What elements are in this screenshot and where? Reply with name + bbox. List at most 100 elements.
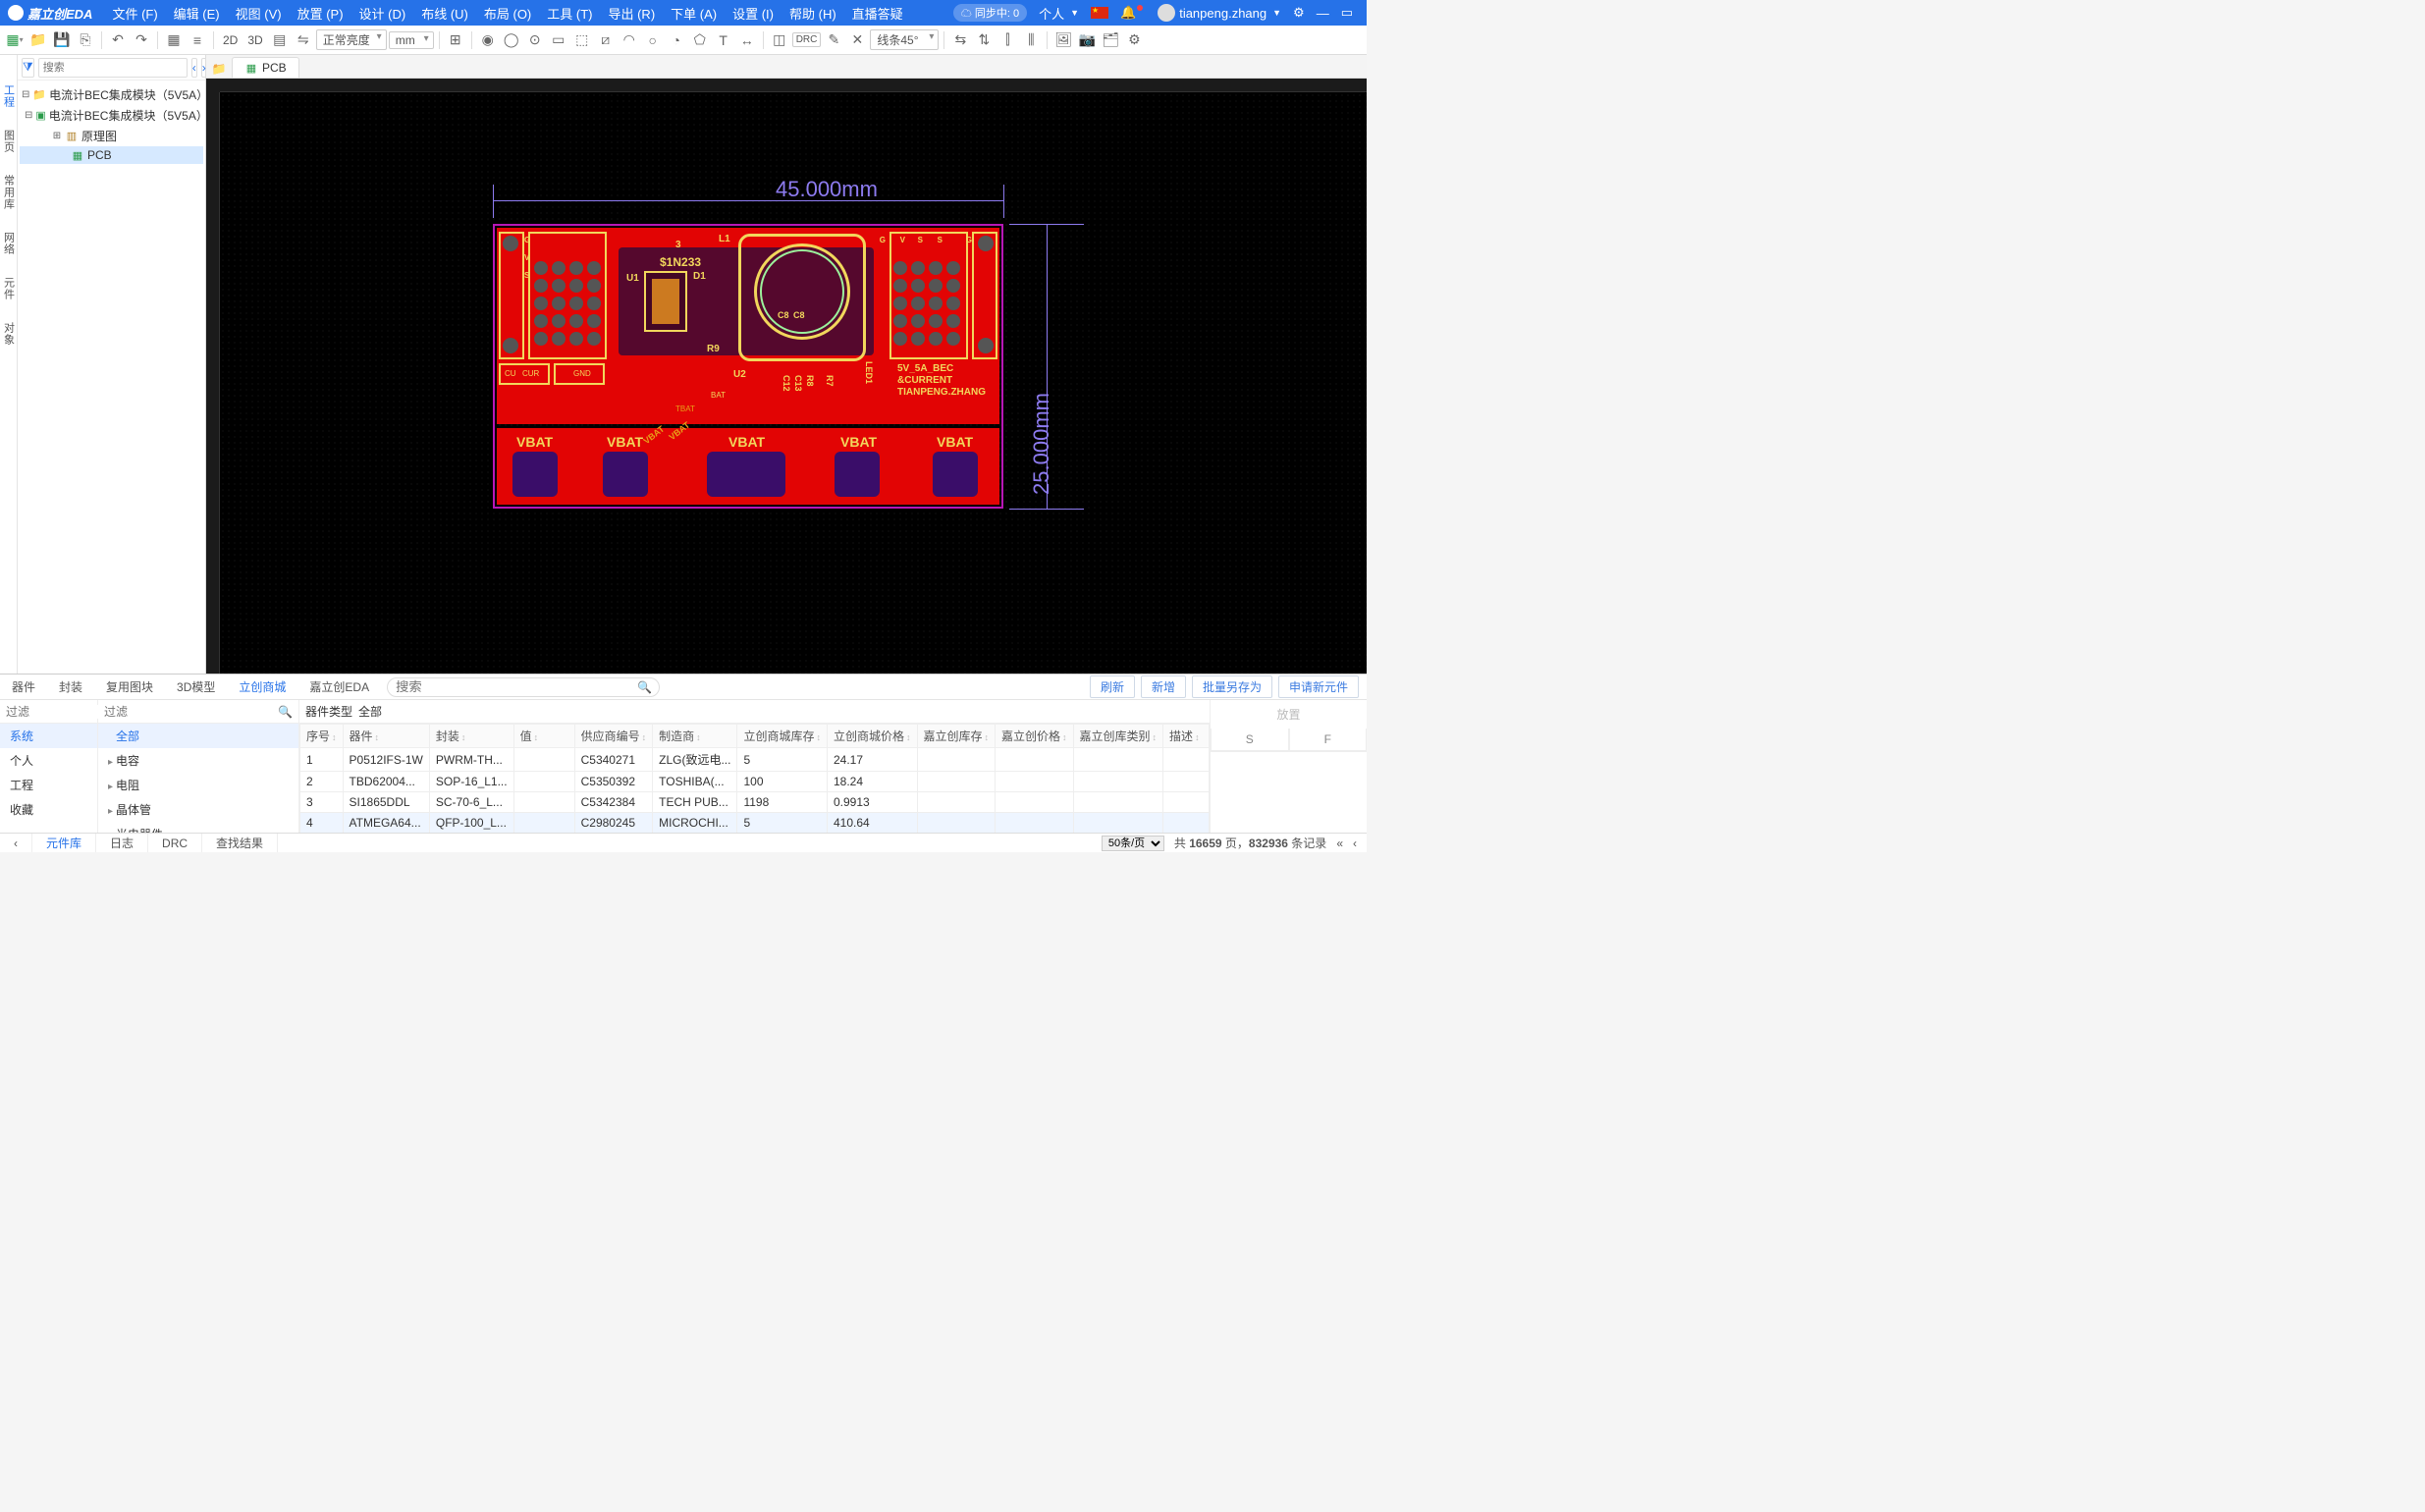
layers-button[interactable]: ▤ — [269, 29, 291, 51]
col-mfr[interactable]: 制造商↕ — [653, 725, 737, 748]
source-favorites[interactable]: 收藏 — [0, 797, 97, 822]
user-menu[interactable]: tianpeng.zhang▼ — [1152, 4, 1287, 22]
col-desc[interactable]: 描述↕ — [1163, 725, 1210, 748]
libtab-parts[interactable]: 器件 — [0, 675, 47, 699]
table-row[interactable]: 1P0512IFS-1WPWRM-TH...C5340271ZLG(致远电...… — [300, 748, 1210, 772]
col-index[interactable]: 序号↕ — [300, 725, 344, 748]
component-button[interactable]: ◫ — [769, 29, 790, 51]
menu-view[interactable]: 视图 (V) — [228, 4, 290, 23]
request-part-button[interactable]: 申请新元件 — [1278, 675, 1359, 698]
hflip-button[interactable]: ⇆ — [949, 29, 971, 51]
status-home-icon[interactable]: ‹ — [0, 834, 32, 852]
dist-h-button[interactable]: ⫿ — [997, 29, 1018, 51]
vflip-button[interactable]: ⇅ — [973, 29, 995, 51]
category-all[interactable]: 全部 — [98, 724, 298, 748]
add-button[interactable]: 新增 — [1141, 675, 1186, 698]
tree-schematic[interactable]: ⊞ ▥ 原理图 — [20, 126, 203, 146]
menu-export[interactable]: 导出 (R) — [600, 4, 663, 23]
collapse-icon[interactable]: ⊟ — [22, 89, 29, 100]
unit-select[interactable]: mm — [389, 31, 434, 49]
minimize-button[interactable]: ― — [1311, 6, 1335, 21]
dist-v-button[interactable]: ⫼ — [1020, 29, 1042, 51]
image-button[interactable]: 🖼 — [1052, 29, 1074, 51]
notifications-button[interactable]: 🔔 — [1114, 5, 1152, 21]
bom-button[interactable]: 🗂 — [1100, 29, 1121, 51]
text-tool-button[interactable]: T — [713, 29, 734, 51]
hole-button[interactable]: ⊙ — [524, 29, 546, 51]
rail-common-lib[interactable]: 常用库 — [1, 175, 17, 210]
document-tab[interactable]: ▦ PCB — [232, 57, 299, 78]
brightness-select[interactable]: 正常亮度 — [316, 29, 387, 50]
col-supplier[interactable]: 供应商编号↕ — [574, 725, 653, 748]
more-settings-button[interactable]: ⚙ — [1123, 29, 1145, 51]
align-button[interactable]: ≡ — [187, 29, 208, 51]
pager-prev-button[interactable]: ‹ — [1353, 837, 1357, 850]
table-row[interactable]: 4ATMEGA64...QFP-100_L...C2980245MICROCHI… — [300, 813, 1210, 834]
status-tab-log[interactable]: 日志 — [96, 834, 148, 852]
collapse-icon[interactable]: ⊟ — [25, 110, 32, 121]
filter-button[interactable]: ⧩ — [22, 58, 34, 78]
snap-button[interactable]: ⊞ — [445, 29, 466, 51]
tree-root[interactable]: ⊟ 📁 电流计BEC集成模块（5V5A） — [20, 84, 203, 105]
redo-button[interactable]: ↷ — [131, 29, 152, 51]
col-footprint[interactable]: 封装↕ — [429, 725, 513, 748]
col-jlc-stock[interactable]: 嘉立创库存↕ — [917, 725, 996, 748]
table-row[interactable]: 3SI1865DDLSC-70-6_L...C5342384TECH PUB..… — [300, 792, 1210, 813]
save-all-button[interactable]: ⎘ — [75, 29, 96, 51]
pager-first-button[interactable]: « — [1336, 837, 1343, 850]
via-button[interactable]: ◉ — [477, 29, 499, 51]
pad-button[interactable]: ◯ — [501, 29, 522, 51]
sidebar-search-input[interactable] — [38, 58, 188, 78]
status-tab-drc[interactable]: DRC — [148, 834, 202, 852]
rail-components[interactable]: 元件 — [1, 277, 17, 300]
sync-status[interactable]: ☁ 同步中: 0 — [947, 4, 1033, 22]
polygon-tool-button[interactable]: ⬠ — [689, 29, 711, 51]
col-jlc-price[interactable]: 嘉立创价格↕ — [996, 725, 1074, 748]
refresh-button[interactable]: 刷新 — [1090, 675, 1135, 698]
category-resistor[interactable]: ▸电阻 — [98, 773, 298, 797]
circle-tool-button[interactable]: ○ — [642, 29, 664, 51]
settings-gear[interactable]: ⚙ — [1287, 5, 1311, 21]
line-tool-button[interactable]: ⧄ — [595, 29, 617, 51]
tree-board[interactable]: ⊟ ▣ 电流计BEC集成模块（5V5A） — [20, 105, 203, 126]
cross-probe-button[interactable]: ✕ — [846, 29, 868, 51]
table-row[interactable]: 2TBD62004...SOP-16_L1...C5350392TOSHIBA(… — [300, 772, 1210, 792]
menu-edit[interactable]: 编辑 (E) — [166, 4, 228, 23]
libtab-jlceda[interactable]: 嘉立创EDA — [297, 675, 381, 699]
drc-button[interactable]: DRC — [792, 32, 822, 47]
save-button[interactable]: 💾 — [51, 29, 73, 51]
preview-tab-f[interactable]: F — [1289, 729, 1368, 751]
col-jlc-cat[interactable]: 嘉立创库类别↕ — [1073, 725, 1163, 748]
menu-place[interactable]: 放置 (P) — [290, 4, 351, 23]
rect-select-button[interactable]: ⬚ — [571, 29, 593, 51]
expand-icon[interactable]: ⊞ — [52, 131, 62, 141]
source-personal[interactable]: 个人 — [0, 748, 97, 773]
arc-tool-button[interactable]: ◠ — [619, 29, 640, 51]
grid-button[interactable]: ▦ — [163, 29, 185, 51]
filter-input-2[interactable] — [104, 705, 274, 719]
snapshot-button[interactable]: 📷 — [1076, 29, 1098, 51]
col-lcsc-price[interactable]: 立创商城价格↕ — [827, 725, 917, 748]
menu-layout[interactable]: 布局 (O) — [476, 4, 539, 23]
batch-saveas-button[interactable]: 批量另存为 — [1192, 675, 1272, 698]
pie-tool-button[interactable]: ◔ — [666, 29, 687, 51]
col-lcsc-stock[interactable]: 立创商城库存↕ — [737, 725, 828, 748]
col-part[interactable]: 器件↕ — [343, 725, 429, 748]
rail-pages[interactable]: 图页 — [1, 130, 17, 153]
library-search-input[interactable] — [387, 677, 660, 697]
view-3d[interactable]: 3D — [243, 33, 266, 47]
rail-objects[interactable]: 对象 — [1, 322, 17, 346]
menu-settings[interactable]: 设置 (I) — [725, 4, 781, 23]
undo-button[interactable]: ↶ — [107, 29, 129, 51]
libtab-lcsc[interactable]: 立创商城 — [227, 675, 297, 699]
status-tab-find[interactable]: 查找结果 — [202, 834, 278, 852]
category-opto[interactable]: ▸光电器件 — [98, 822, 298, 833]
menu-design[interactable]: 设计 (D) — [351, 4, 414, 23]
maximize-button[interactable]: ▭ — [1335, 5, 1359, 21]
flip-button[interactable]: ⇋ — [293, 29, 314, 51]
workspace-switcher[interactable]: 个人▼ — [1033, 4, 1085, 23]
new-project-button[interactable]: ▦▾ — [4, 29, 26, 51]
source-project[interactable]: 工程 — [0, 773, 97, 797]
menu-live[interactable]: 直播答疑 — [844, 4, 911, 23]
libtab-3d[interactable]: 3D模型 — [165, 675, 227, 699]
